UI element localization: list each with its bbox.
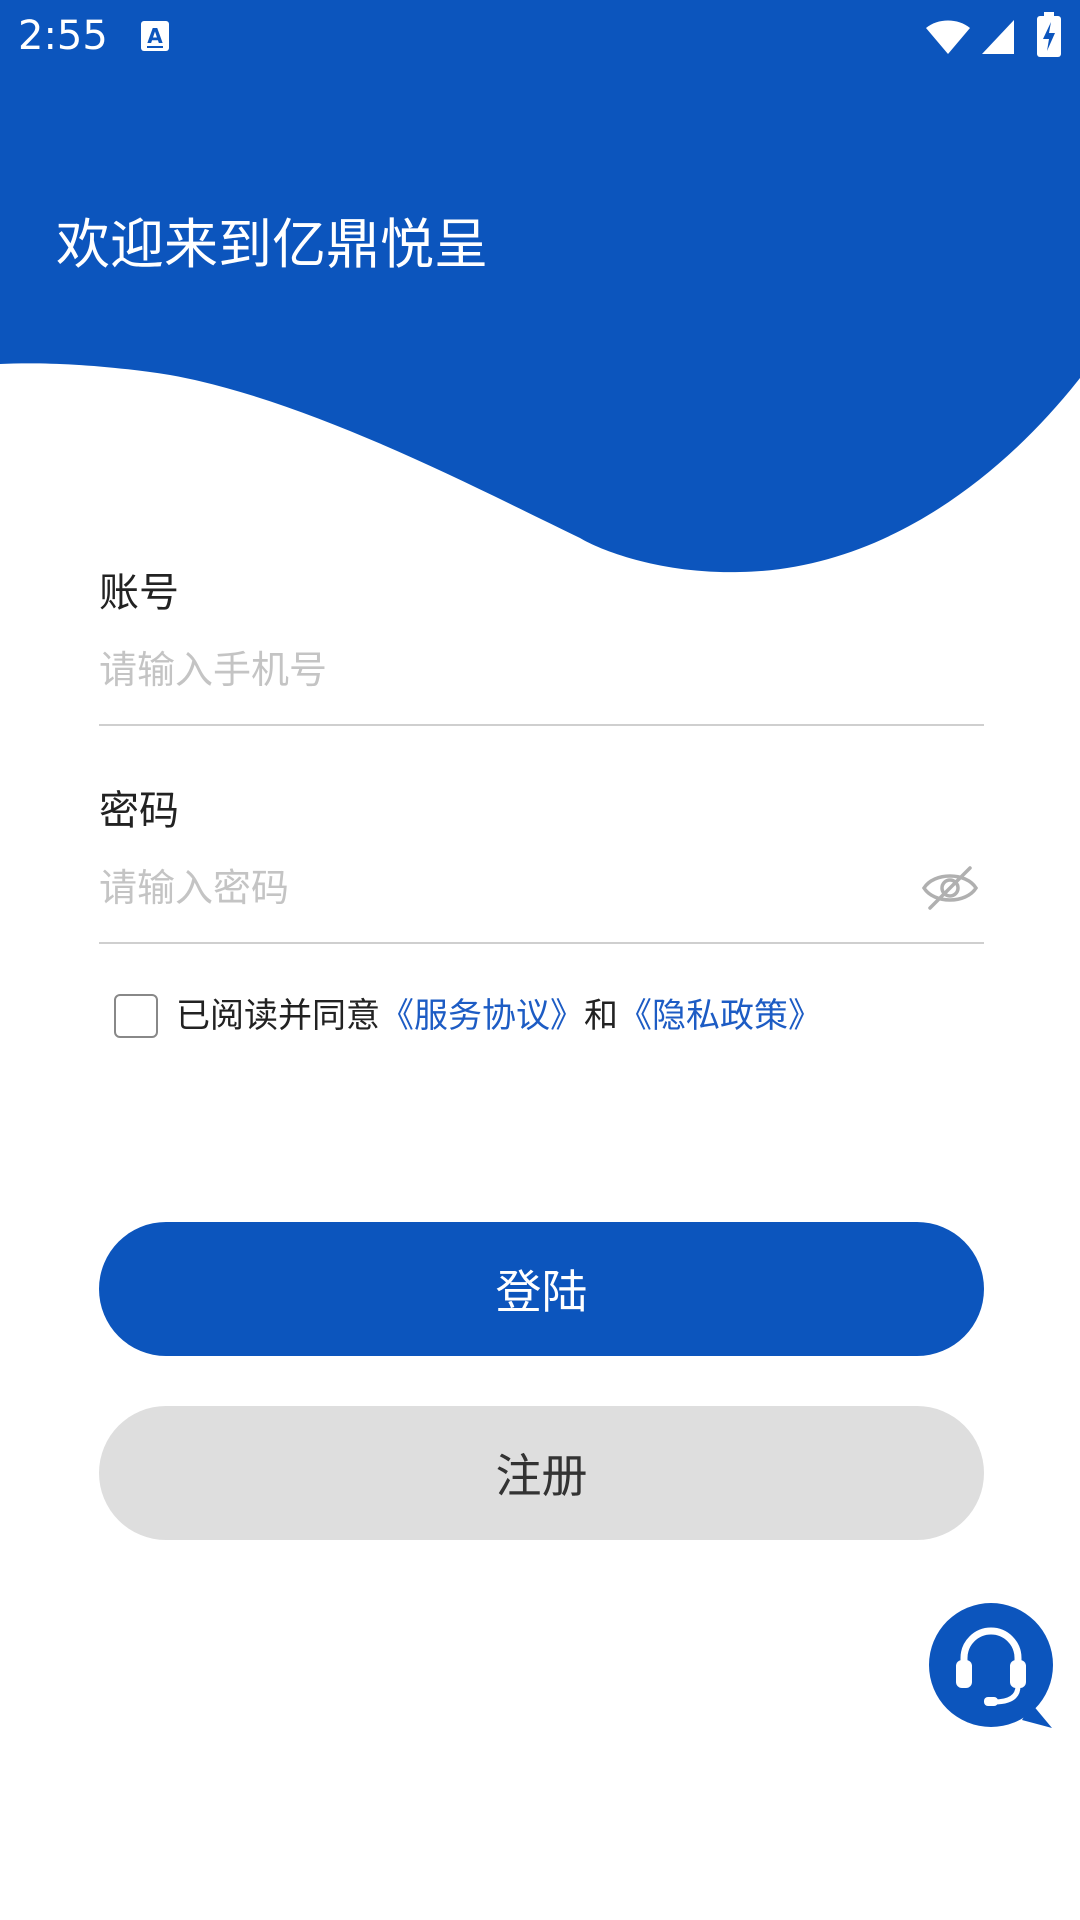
account-label: 账号 — [99, 570, 179, 616]
customer-service-headset-icon[interactable] — [928, 1602, 1060, 1734]
svg-text:A: A — [147, 24, 163, 48]
account-underline — [99, 724, 984, 726]
password-underline — [99, 942, 984, 944]
agreement-checkbox[interactable] — [114, 994, 158, 1038]
privacy-policy-link[interactable]: 《隐私政策》 — [618, 996, 822, 1036]
status-bar: 2:55 A — [0, 0, 1080, 72]
battery-charging-icon — [1037, 12, 1061, 57]
eye-off-icon[interactable] — [920, 862, 980, 914]
welcome-title: 欢迎来到亿鼎悦呈 — [56, 213, 488, 276]
status-time: 2:55 — [18, 13, 108, 59]
agreement-conjunction: 和 — [584, 996, 618, 1036]
wifi-icon — [926, 20, 970, 54]
agreement-prefix: 已阅读并同意 — [176, 996, 380, 1036]
password-label: 密码 — [99, 788, 179, 834]
signal-icon — [982, 20, 1014, 54]
header-background — [0, 0, 1080, 573]
password-input[interactable] — [99, 858, 899, 918]
phone-input[interactable] — [99, 640, 979, 700]
agreement-text: 已阅读并同意《服务协议》和《隐私政策》 — [176, 994, 822, 1038]
keyboard-a-icon: A — [141, 21, 169, 51]
service-agreement-link[interactable]: 《服务协议》 — [380, 996, 584, 1036]
login-button[interactable]: 登陆 — [99, 1222, 984, 1356]
register-button[interactable]: 注册 — [99, 1406, 984, 1540]
